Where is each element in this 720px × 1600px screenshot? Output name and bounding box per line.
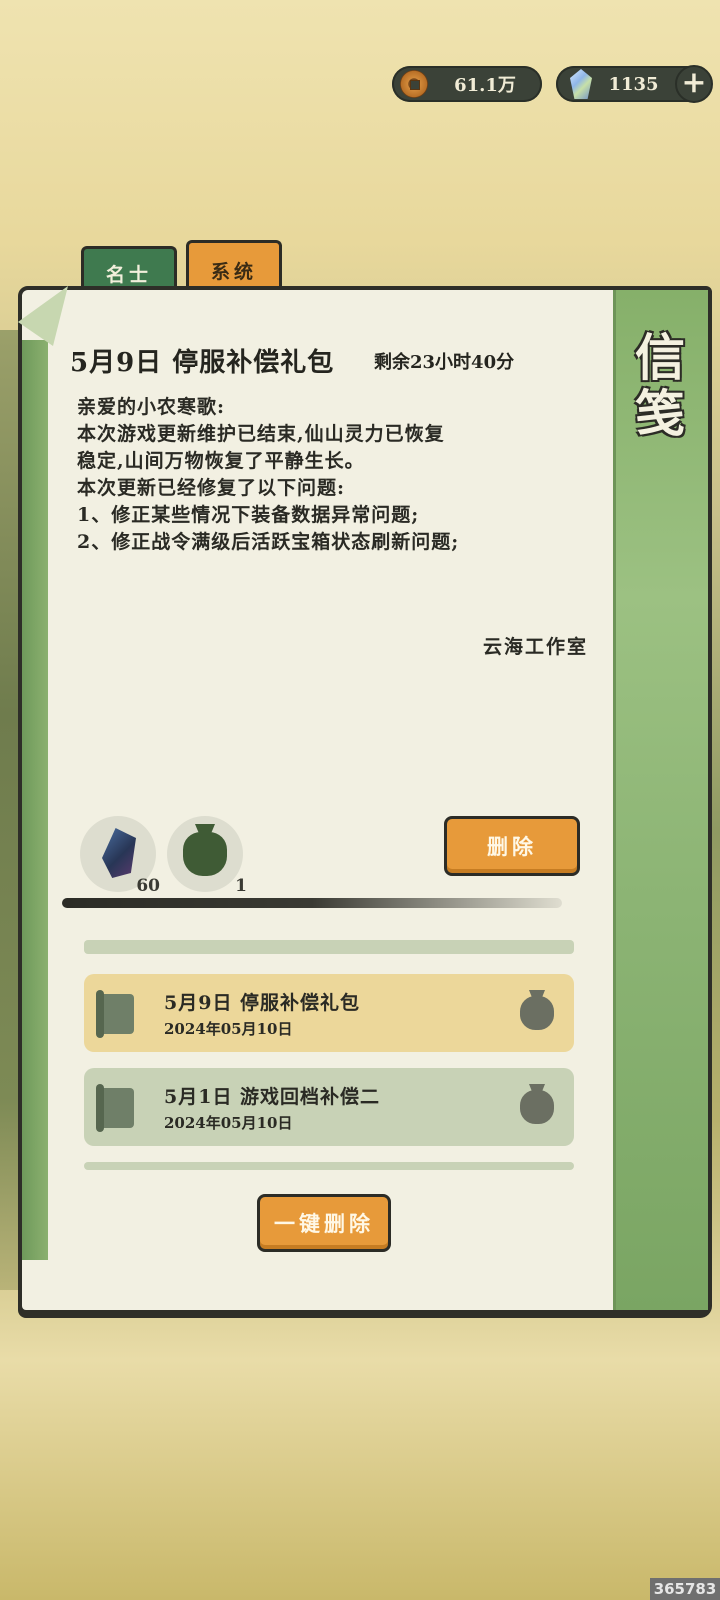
mail-line: 本次更新已经修复了以下问题: [77,477,346,499]
mail-remaining-time: 剩余23小时40分 [374,352,515,373]
coins-counter: 61.1万 [392,66,542,102]
spirit-crystal-icon [570,69,592,99]
ink-divider [62,898,562,908]
mail-item-title: 5月9日 停服补偿礼包 [164,992,361,1014]
bag-icon [183,832,227,876]
mail-title: 5月9日 停服补偿礼包 [70,348,335,378]
mail-list-item[interactable]: 5月9日 停服补偿礼包 2024年05月10日 [84,974,574,1052]
gems-value: 1135 [608,73,659,95]
coins-value: 61.1万 [454,75,516,96]
mail-line: 1、修正某些情况下装备数据异常问题; [77,504,420,526]
scroll-icon [96,990,134,1038]
paper-fold-corner [18,286,68,346]
mail-signature: 云海工作室 [482,636,588,658]
reward-count: 60 [136,876,160,896]
mail-list-item[interactable]: 5月1日 游戏回档补偿二 2024年05月10日 [84,1068,574,1146]
mail-line: 亲爱的小农寒歌: [77,396,226,418]
mail-line: 本次游戏更新维护已结束,仙山灵力已恢复 [77,423,445,445]
add-gems-button[interactable]: + [675,65,713,103]
bag-icon [520,1090,554,1124]
letter-panel: 信笺 5月9日 停服补偿礼包 剩余23小时40分 亲爱的小农寒歌: 本次游戏更新… [18,286,712,1314]
delete-button[interactable]: 删除 [444,816,580,876]
side-strip [613,290,708,1310]
reward-item-bag[interactable]: 1 [167,816,247,896]
bag-icon [520,996,554,1030]
scroll-icon [96,1084,134,1132]
copper-coin-icon [400,70,428,98]
reward-count: 1 [235,876,247,896]
panel-title: 信笺 [635,328,685,443]
mail-line: 稳定,山间万物恢复了平静生长。 [77,450,365,472]
mail-body: 亲爱的小农寒歌: 本次游戏更新维护已结束,仙山灵力已恢复 稳定,山间万物恢复了平… [77,394,577,556]
gems-counter: 1135 + [556,65,713,103]
list-scroll-edge [84,940,574,954]
reward-item-stone[interactable]: 60 [80,816,160,896]
list-scroll-edge [84,1162,574,1170]
watermark: 365783 [650,1578,720,1600]
mail-item-date: 2024年05月10日 [164,1020,293,1038]
panel-left-border [22,340,48,1260]
mail-item-date: 2024年05月10日 [164,1114,293,1132]
mail-list[interactable]: 5月9日 停服补偿礼包 2024年05月10日 5月1日 游戏回档补偿二 202… [84,940,574,1170]
mail-item-title: 5月1日 游戏回档补偿二 [164,1086,381,1108]
mail-line: 2、修正战令满级后活跃宝箱状态刷新问题; [77,531,460,553]
stone-icon [102,828,136,878]
delete-all-button[interactable]: 一键删除 [257,1194,391,1252]
